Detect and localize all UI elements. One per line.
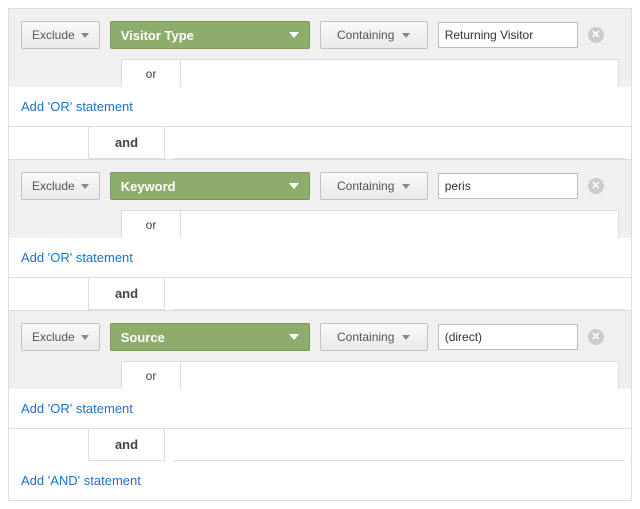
caret-down-icon [402, 184, 410, 189]
exclude-label: Exclude [32, 28, 75, 42]
and-connector: and [8, 429, 632, 461]
match-label: Containing [337, 330, 394, 344]
condition-block: Exclude Visitor Type Containing ✕ or Add… [8, 8, 632, 127]
add-or-strip: Add 'OR' statement [9, 87, 631, 126]
dimension-label: Visitor Type [121, 28, 194, 43]
condition-row: Exclude Visitor Type Containing ✕ [21, 21, 619, 49]
add-and-link[interactable]: Add 'AND' statement [21, 473, 141, 488]
dimension-dropdown[interactable]: Visitor Type [110, 21, 310, 49]
condition-block: Exclude Source Containing ✕ or Add 'OR' … [8, 310, 632, 429]
or-tab[interactable]: or [121, 361, 181, 389]
condition-row: Exclude Source Containing ✕ [21, 323, 619, 351]
or-tab-row: or [21, 361, 619, 389]
match-label: Containing [337, 28, 394, 42]
or-tab[interactable]: or [121, 59, 181, 87]
caret-down-icon [289, 334, 299, 340]
match-dropdown[interactable]: Containing [320, 172, 428, 200]
or-tab-row: or [21, 59, 619, 87]
add-or-link[interactable]: Add 'OR' statement [21, 99, 133, 114]
match-label: Containing [337, 179, 394, 193]
dimension-dropdown[interactable]: Source [110, 323, 310, 351]
add-or-strip: Add 'OR' statement [9, 238, 631, 277]
and-connector: and [8, 127, 632, 159]
caret-down-icon [289, 32, 299, 38]
and-connector: and [8, 278, 632, 310]
add-or-link[interactable]: Add 'OR' statement [21, 250, 133, 265]
or-tab[interactable]: or [121, 210, 181, 238]
condition-row: Exclude Keyword Containing ✕ [21, 172, 619, 200]
remove-icon[interactable]: ✕ [588, 27, 604, 43]
and-tab[interactable]: and [89, 429, 165, 461]
exclude-label: Exclude [32, 330, 75, 344]
exclude-button[interactable]: Exclude [21, 172, 100, 200]
add-and-strip: Add 'AND' statement [8, 461, 632, 501]
caret-down-icon [81, 184, 89, 189]
dimension-dropdown[interactable]: Keyword [110, 172, 310, 200]
value-input[interactable] [438, 324, 578, 350]
match-dropdown[interactable]: Containing [320, 21, 428, 49]
exclude-label: Exclude [32, 179, 75, 193]
value-input[interactable] [438, 173, 578, 199]
caret-down-icon [81, 335, 89, 340]
value-input[interactable] [438, 22, 578, 48]
caret-down-icon [402, 335, 410, 340]
caret-down-icon [81, 33, 89, 38]
exclude-button[interactable]: Exclude [21, 323, 100, 351]
and-tab[interactable]: and [89, 127, 165, 159]
condition-block: Exclude Keyword Containing ✕ or Add 'OR'… [8, 159, 632, 278]
caret-down-icon [402, 33, 410, 38]
dimension-label: Keyword [121, 179, 176, 194]
caret-down-icon [289, 183, 299, 189]
match-dropdown[interactable]: Containing [320, 323, 428, 351]
remove-icon[interactable]: ✕ [588, 329, 604, 345]
add-or-strip: Add 'OR' statement [9, 389, 631, 428]
or-tab-row: or [21, 210, 619, 238]
dimension-label: Source [121, 330, 165, 345]
and-tab[interactable]: and [89, 278, 165, 310]
add-or-link[interactable]: Add 'OR' statement [21, 401, 133, 416]
exclude-button[interactable]: Exclude [21, 21, 100, 49]
remove-icon[interactable]: ✕ [588, 178, 604, 194]
